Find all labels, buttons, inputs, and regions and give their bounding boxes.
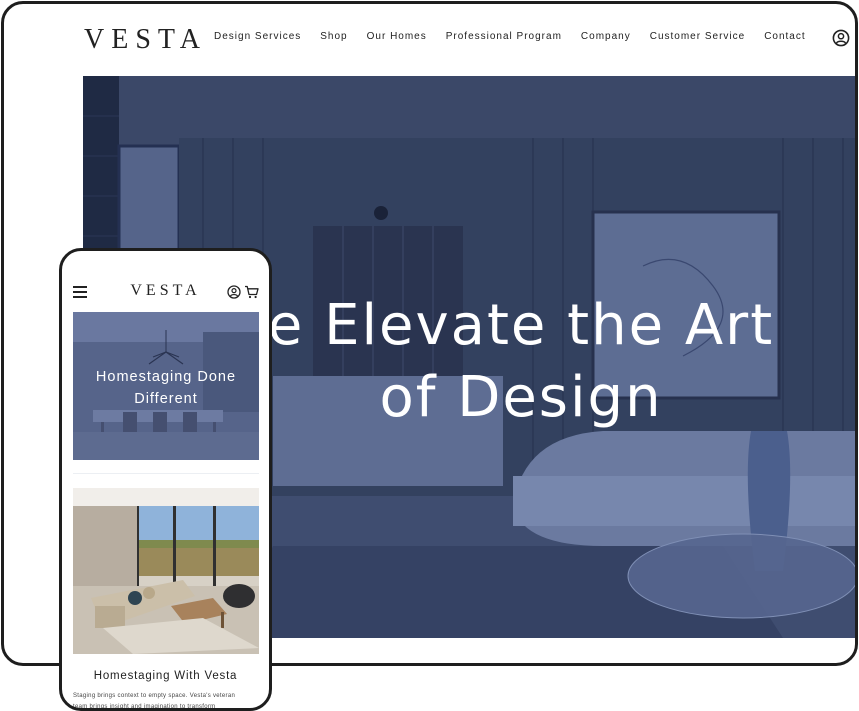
- homestaging-done-different-card[interactable]: Homestaging Done Different: [73, 312, 259, 460]
- card2-title: Homestaging With Vesta: [93, 670, 238, 682]
- card1-title-line1: Homestaging Done: [95, 369, 237, 385]
- nav-professional-program[interactable]: Professional Program: [446, 31, 562, 42]
- desktop-logo[interactable]: VESTA: [84, 24, 207, 56]
- card2-text-line1: Staging brings context to empty space. V…: [73, 693, 236, 699]
- user-circle-icon[interactable]: [832, 29, 850, 47]
- user-circle-icon[interactable]: [227, 285, 241, 299]
- shopping-cart-icon[interactable]: [244, 285, 259, 299]
- nav-our-homes[interactable]: Our Homes: [367, 31, 427, 42]
- hero-title: e Elevate the Art of Design: [183, 290, 855, 434]
- card2-text-line2: team brings insight and imagination to t…: [73, 704, 216, 710]
- nav-shop[interactable]: Shop: [320, 31, 347, 42]
- nav-design-services[interactable]: Design Services: [214, 31, 301, 42]
- card1-title-line2: Different: [134, 391, 198, 407]
- hero-title-line2: of Design: [379, 365, 663, 430]
- desktop-main-nav: Design Services Shop Our Homes Professio…: [214, 31, 825, 42]
- hero-title-line1: e Elevate the Art: [267, 293, 775, 358]
- card2-description: Staging brings context to empty space. V…: [73, 691, 259, 710]
- nav-contact[interactable]: Contact: [764, 31, 805, 42]
- nav-company[interactable]: Company: [581, 31, 631, 42]
- mobile-frame: VESTA Homestaging Done Different Homesta…: [59, 248, 272, 711]
- nav-customer-service[interactable]: Customer Service: [650, 31, 745, 42]
- living-room-photo: [73, 488, 259, 654]
- card1-title: Homestaging Done Different: [73, 366, 259, 410]
- section-divider: [73, 473, 259, 474]
- homestaging-with-vesta-image[interactable]: [73, 488, 259, 654]
